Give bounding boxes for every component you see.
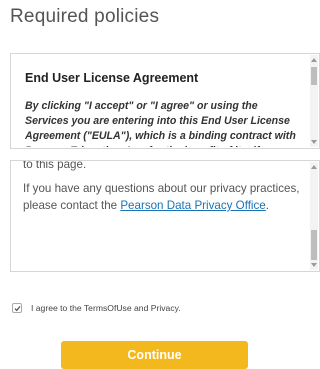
agree-checkbox[interactable] <box>12 303 22 313</box>
agree-label: I agree to the TermsOfUse and Privacy. <box>31 303 181 313</box>
scroll-thumb[interactable] <box>311 230 317 260</box>
checkmark-icon <box>14 305 21 311</box>
eula-heading: End User License Agreement <box>25 71 199 85</box>
agree-row[interactable]: I agree to the TermsOfUse and Privacy. <box>12 303 181 313</box>
scroll-down-arrow-icon[interactable] <box>311 263 317 267</box>
scroll-down-arrow-icon[interactable] <box>311 140 317 144</box>
scroll-up-arrow-icon[interactable] <box>311 165 317 169</box>
privacy-period: . <box>265 199 269 212</box>
privacy-paragraph: If you have any questions about our priv… <box>23 180 301 214</box>
eula-scrollbar[interactable] <box>310 55 318 147</box>
privacy-line-top: to this page. <box>23 160 87 171</box>
privacy-office-link[interactable]: Pearson Data Privacy Office <box>120 199 265 212</box>
privacy-panel[interactable]: to this page. If you have any questions … <box>10 160 320 272</box>
page-title: Required policies <box>10 6 160 27</box>
eula-body: By clicking "I accept" or "I agree" or u… <box>25 100 296 147</box>
scroll-up-arrow-icon[interactable] <box>311 58 317 62</box>
continue-button[interactable]: Continue <box>61 341 248 369</box>
eula-panel[interactable]: End User License Agreement By clicking "… <box>10 53 320 149</box>
scroll-thumb[interactable] <box>311 67 317 85</box>
privacy-scrollbar[interactable] <box>310 162 318 270</box>
